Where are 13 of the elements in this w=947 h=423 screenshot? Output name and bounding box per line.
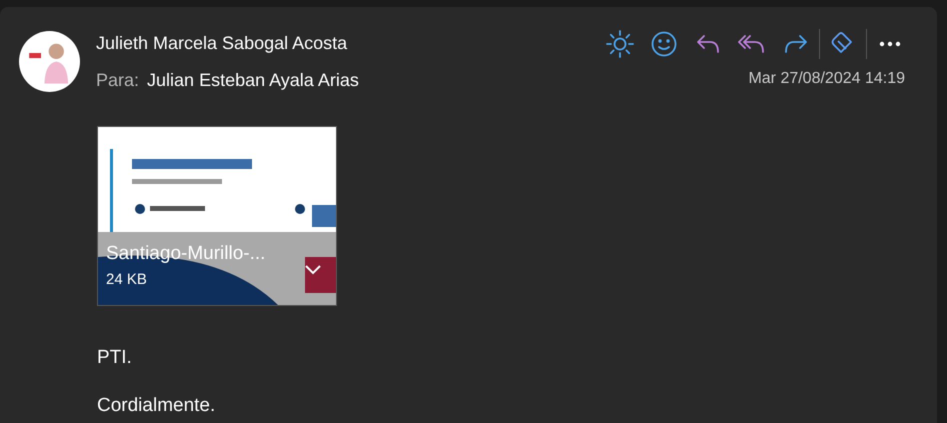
date-time: Mar 27/08/2024 14:19 (748, 70, 905, 88)
chevron-down-icon[interactable] (304, 264, 322, 276)
body-text: Cordialmente. (97, 394, 216, 418)
recipient-name: Julian Esteban Ayala Arias (147, 70, 359, 91)
smiley-icon[interactable] (649, 29, 679, 59)
sun-icon[interactable] (605, 29, 635, 59)
body-text: PTI. (97, 346, 133, 370)
file-size: 24 KB (106, 271, 148, 288)
attachment-card[interactable]: Santiago-Murillo-... 24 KB (97, 126, 337, 306)
avatar-icon (19, 31, 80, 92)
to-label: Para: (96, 70, 140, 91)
sender-name: Julieth Marcela Sabogal Acosta (96, 32, 348, 55)
file-name: Santiago-Murillo-... (106, 243, 266, 265)
